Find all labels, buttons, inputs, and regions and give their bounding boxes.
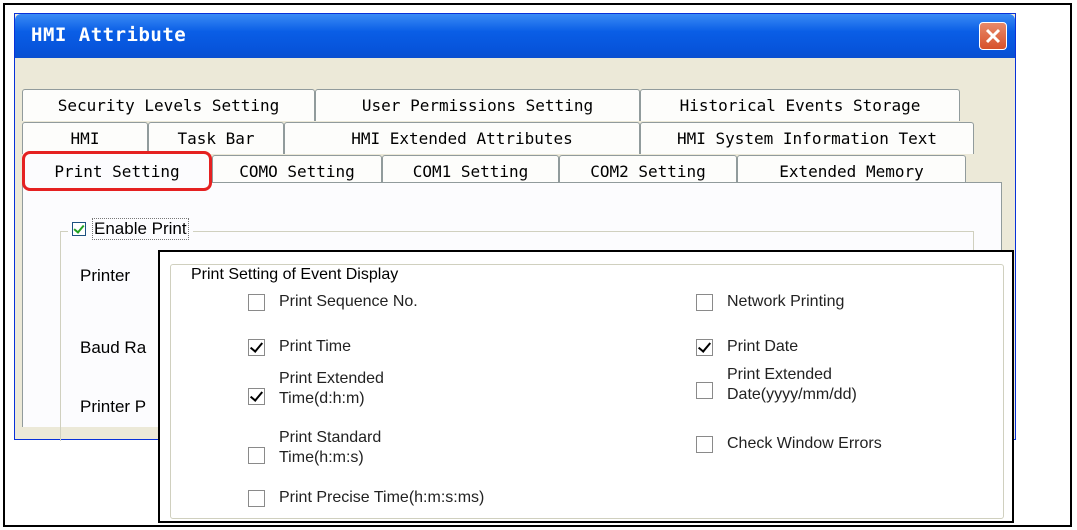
checkbox[interactable] [248, 338, 265, 356]
option-label-line1: Print Extended [727, 366, 832, 383]
tab-row-1: Security Levels Setting User Permissions… [22, 89, 960, 123]
event-display-legend: Print Setting of Event Display [189, 266, 401, 284]
checkbox[interactable] [696, 293, 713, 311]
checkbox[interactable] [248, 489, 265, 507]
option-label: Print Extended Time(d:h:m) [279, 369, 384, 409]
window-title: HMI Attribute [31, 24, 187, 46]
option-label-line2: Time(d:h:m) [279, 390, 365, 407]
checkbox[interactable] [248, 446, 265, 464]
tab-hmi-system-info-text[interactable]: HMI System Information Text [640, 122, 974, 154]
baud-rate-label: Baud Ra [80, 338, 147, 357]
checkbox[interactable] [696, 435, 713, 453]
enable-print-checkbox[interactable]: Enable Print [68, 218, 193, 240]
tab-task-bar[interactable]: Task Bar [148, 122, 284, 154]
option-label-line1: Print Standard [279, 429, 382, 446]
option-print-date[interactable]: Print Date [696, 337, 798, 357]
option-label-line2: Time(h:m:s) [279, 449, 364, 466]
tab-security-levels[interactable]: Security Levels Setting [22, 89, 315, 121]
checkbox[interactable] [696, 381, 713, 399]
tab-user-permissions[interactable]: User Permissions Setting [315, 89, 640, 121]
tab-hmi-extended-attributes[interactable]: HMI Extended Attributes [284, 122, 640, 154]
enable-print-checkbox-box[interactable] [72, 222, 86, 236]
event-display-zoom-panel: Print Setting of Event Display Print Seq… [158, 250, 1014, 523]
option-label: Check Window Errors [727, 435, 882, 452]
tab-print-setting[interactable]: Print Setting [22, 151, 212, 191]
option-label: Print Date [727, 338, 799, 355]
checkbox[interactable] [248, 387, 265, 405]
option-label-line1: Print Extended [279, 370, 384, 387]
printer-label: Printer [80, 266, 131, 285]
option-label: Print Precise Time(h:m:s:ms) [279, 489, 485, 506]
option-print-extended-time[interactable]: Print Extended Time(d:h:m) [248, 369, 384, 409]
option-label: Print Extended Date(yyyy/mm/dd) [727, 365, 857, 405]
option-label-line2: Date(yyyy/mm/dd) [727, 386, 857, 403]
option-network-printing[interactable]: Network Printing [696, 292, 844, 312]
option-print-standard-time[interactable]: Print Standard Time(h:m:s) [248, 428, 381, 468]
option-print-time[interactable]: Print Time [248, 337, 351, 357]
option-print-extended-date[interactable]: Print Extended Date(yyyy/mm/dd) [696, 365, 857, 405]
checkbox[interactable] [248, 293, 265, 311]
close-icon [985, 28, 1001, 44]
enable-print-label: Enable Print [92, 218, 189, 240]
close-button[interactable] [979, 22, 1007, 50]
option-label: Network Printing [727, 293, 845, 310]
option-label: Print Standard Time(h:m:s) [279, 428, 381, 468]
option-print-precise-time[interactable]: Print Precise Time(h:m:s:ms) [248, 488, 484, 508]
option-label: Print Time [279, 338, 352, 355]
title-bar[interactable]: HMI Attribute [15, 14, 1015, 58]
option-label: Print Sequence No. [279, 293, 418, 310]
checkbox[interactable] [696, 338, 713, 356]
tab-hmi[interactable]: HMI [22, 122, 148, 154]
printer-port-label: Printer P [80, 397, 147, 416]
tab-historical-events[interactable]: Historical Events Storage [640, 89, 960, 121]
option-check-window-errors[interactable]: Check Window Errors [696, 434, 882, 454]
option-print-sequence-no[interactable]: Print Sequence No. [248, 292, 418, 312]
